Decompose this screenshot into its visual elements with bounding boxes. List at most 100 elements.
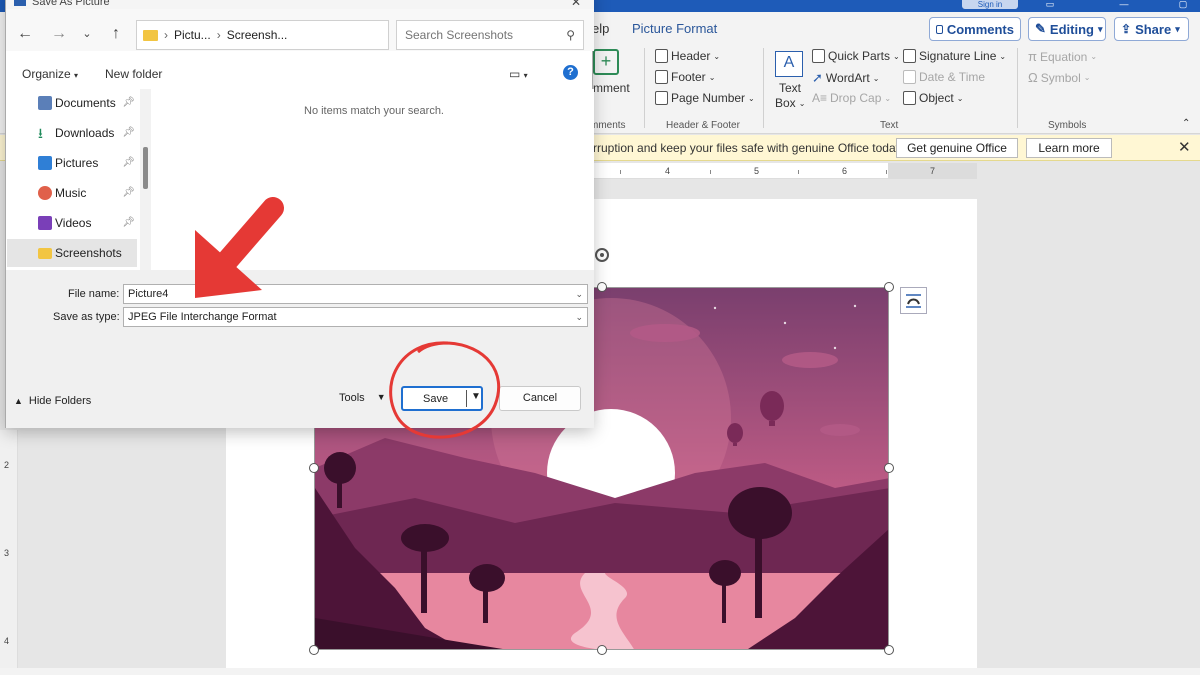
chevron-down-icon[interactable]: ⌄ bbox=[575, 289, 583, 300]
help-icon[interactable]: ? bbox=[563, 65, 578, 80]
tools-button[interactable]: Tools ▼ bbox=[339, 392, 386, 404]
text-box-icon[interactable]: A bbox=[775, 51, 803, 77]
up-arrow-icon[interactable]: ↑ bbox=[105, 24, 127, 46]
recent-locations-chevron-icon[interactable]: ⌄ bbox=[76, 24, 98, 46]
nav-scrollbar-thumb[interactable] bbox=[143, 147, 148, 189]
save-button[interactable]: Save ▼ bbox=[401, 386, 483, 411]
share-button[interactable]: ⇪ Share ▾ bbox=[1114, 17, 1189, 41]
infobar-message: rruption and keep your files safe with g… bbox=[593, 141, 905, 155]
resize-handle-s[interactable] bbox=[597, 645, 607, 655]
symbol-button[interactable]: Ω Symbol ⌄ bbox=[1028, 70, 1090, 85]
collapse-ribbon-icon[interactable]: ⌃ bbox=[1182, 118, 1190, 129]
footer-button[interactable]: Footer ⌄ bbox=[655, 70, 715, 84]
date-time-label: Date & Time bbox=[919, 70, 986, 84]
organize-label: Organize bbox=[22, 67, 71, 81]
documents-icon bbox=[38, 96, 52, 110]
ruler-number: 5 bbox=[754, 166, 760, 176]
header-button[interactable]: Header ⌄ bbox=[655, 49, 720, 63]
text-box-label-1[interactable]: Text bbox=[779, 81, 801, 95]
group-separator bbox=[644, 48, 645, 128]
date-time-button[interactable]: Date & Time bbox=[903, 70, 985, 84]
resize-handle-sw[interactable] bbox=[309, 645, 319, 655]
page-number-button[interactable]: Page Number ⌄ bbox=[655, 91, 755, 105]
maximize-icon[interactable]: — bbox=[1117, 0, 1131, 10]
save-as-type-select[interactable]: JPEG File Interchange Format ⌄ bbox=[123, 307, 588, 327]
address-bar[interactable]: › Pictu... › Screensh... ⌄ ↻ bbox=[136, 20, 501, 50]
nav-item-screenshots[interactable]: Screenshots bbox=[7, 239, 137, 267]
breadcrumb-screenshots[interactable]: Screensh... bbox=[227, 28, 288, 42]
file-name-field[interactable]: ⌄ bbox=[123, 284, 588, 304]
pin-icon: 📌︎ bbox=[122, 187, 135, 198]
equation-button[interactable]: π Equation ⌄ bbox=[1028, 49, 1097, 64]
nav-item-pictures[interactable]: Pictures 📌︎ bbox=[7, 149, 137, 177]
search-icon[interactable]: ⚲ bbox=[566, 28, 575, 42]
footer-icon bbox=[655, 70, 668, 84]
quick-parts-button[interactable]: Quick Parts ⌄ bbox=[812, 49, 900, 63]
resize-handle-n[interactable] bbox=[597, 282, 607, 292]
back-arrow-icon[interactable]: ← bbox=[14, 24, 36, 46]
nav-item-downloads[interactable]: ⭳ Downloads 📌︎ bbox=[7, 119, 137, 147]
chevron-down-icon: ⌄ bbox=[748, 93, 755, 103]
text-box-button[interactable]: Box ⌄ bbox=[775, 96, 805, 110]
nav-item-label: Videos bbox=[55, 216, 92, 230]
tab-help[interactable]: elp bbox=[592, 21, 609, 36]
comments-button[interactable]: Comments bbox=[929, 17, 1021, 41]
tab-picture-format[interactable]: Picture Format bbox=[632, 21, 717, 36]
pi-icon: π bbox=[1028, 49, 1037, 64]
chevron-down-icon: ⌄ bbox=[884, 93, 892, 103]
new-folder-button[interactable]: New folder bbox=[105, 67, 162, 81]
page-number-label: Page Number bbox=[671, 91, 746, 105]
hide-folders-button[interactable]: ▲ Hide Folders bbox=[14, 395, 91, 407]
search-input[interactable] bbox=[405, 28, 555, 42]
object-button[interactable]: Object ⌄ bbox=[903, 91, 963, 105]
nav-item-label: Music bbox=[55, 186, 87, 200]
signature-line-label: Signature Line bbox=[919, 49, 997, 63]
nav-item-label: Downloads bbox=[55, 126, 115, 140]
comment-icon bbox=[936, 24, 943, 34]
minimize-icon[interactable]: ▭ bbox=[1043, 0, 1057, 10]
pin-icon: 📌︎ bbox=[122, 127, 135, 138]
nav-item-videos[interactable]: Videos 📌︎ bbox=[7, 209, 137, 237]
close-window-icon[interactable]: ▢ bbox=[1176, 0, 1190, 10]
nav-item-documents[interactable]: Documents 📌︎ bbox=[7, 89, 137, 117]
close-icon[interactable]: ✕ bbox=[571, 0, 581, 9]
forward-arrow-icon[interactable]: → bbox=[48, 24, 70, 46]
downloads-icon: ⭳ bbox=[38, 125, 43, 141]
ruler-number: 4 bbox=[665, 166, 671, 176]
chevron-down-icon: ⌄ bbox=[956, 93, 964, 103]
learn-more-button[interactable]: Learn more bbox=[1026, 138, 1112, 158]
group-separator bbox=[1017, 48, 1018, 128]
chevron-down-icon[interactable]: ⌄ bbox=[575, 312, 583, 323]
save-as-picture-dialog: Save As Picture ✕ ← → ⌄ ↑ › Pictu... › S… bbox=[5, 0, 594, 428]
object-label: Object bbox=[919, 91, 954, 105]
new-comment-icon[interactable]: + bbox=[593, 49, 619, 75]
resize-handle-ne[interactable] bbox=[884, 282, 894, 292]
resize-handle-w[interactable] bbox=[309, 463, 319, 473]
drop-cap-button[interactable]: A≡ Drop Cap ⌄ bbox=[812, 91, 891, 105]
resize-handle-e[interactable] bbox=[884, 463, 894, 473]
close-icon[interactable]: ✕ bbox=[1178, 138, 1191, 156]
word-icon bbox=[14, 0, 26, 6]
nav-item-music[interactable]: Music 📌︎ bbox=[7, 179, 137, 207]
header-icon bbox=[655, 49, 668, 63]
save-as-type-label: Save as type: bbox=[53, 311, 120, 323]
chevron-down-icon: ⌄ bbox=[798, 98, 806, 108]
layout-options-icon[interactable] bbox=[900, 287, 927, 314]
wordart-button[interactable]: ➚ WordArt ⌄ bbox=[812, 70, 879, 86]
save-dropdown-icon[interactable]: ▼ bbox=[471, 391, 481, 402]
chevron-down-icon: ⌄ bbox=[872, 73, 880, 83]
resize-handle-se[interactable] bbox=[884, 645, 894, 655]
new-comment-label[interactable]: mment bbox=[593, 81, 630, 95]
editing-button[interactable]: ✎ Editing ▾ bbox=[1028, 17, 1106, 41]
organize-button[interactable]: Organize ▾ bbox=[22, 67, 78, 81]
rotate-handle-icon[interactable] bbox=[592, 245, 612, 265]
sign-in-button[interactable]: Sign in bbox=[962, 0, 1018, 9]
file-name-input[interactable] bbox=[128, 288, 548, 300]
search-box[interactable]: ⚲ bbox=[396, 20, 584, 50]
cancel-button[interactable]: Cancel bbox=[499, 386, 581, 411]
view-options-icon[interactable]: ▭ ▾ bbox=[509, 67, 528, 81]
symbol-label: Symbol bbox=[1040, 70, 1081, 85]
signature-line-button[interactable]: Signature Line ⌄ bbox=[903, 49, 1006, 63]
breadcrumb-pictures[interactable]: Pictu... bbox=[174, 28, 211, 42]
get-genuine-office-button[interactable]: Get genuine Office bbox=[896, 138, 1018, 158]
